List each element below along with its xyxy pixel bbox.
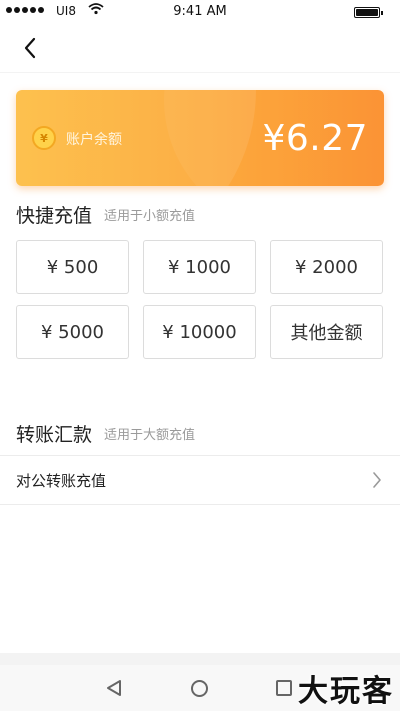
watermark-logo: 大玩客 (298, 674, 394, 709)
balance-amount: ¥6.27 (262, 118, 368, 159)
nav-bar (0, 26, 400, 70)
status-time: 9:41 AM (173, 4, 227, 19)
system-recent-apps-icon[interactable] (276, 680, 292, 696)
recharge-option-2000[interactable]: ¥ 2000 (270, 240, 383, 294)
chevron-right-icon (373, 472, 381, 488)
quick-recharge-title: 快捷充值 (16, 205, 93, 227)
system-home-icon[interactable] (191, 680, 208, 697)
recharge-option-other[interactable]: 其他金额 (270, 305, 383, 359)
recharge-option-500[interactable]: ¥ 500 (16, 240, 129, 294)
balance-card: ¥ 账户余额 ¥6.27 (16, 90, 384, 186)
bottom-spacer (0, 653, 400, 665)
transfer-subtitle: 适用于大额充值 (104, 428, 196, 443)
back-button[interactable] (16, 34, 44, 62)
balance-label: 账户余额 (66, 132, 122, 148)
quick-recharge-subtitle: 适用于小额充值 (104, 209, 196, 224)
transfer-title: 转账汇款 (16, 424, 93, 446)
system-back-icon[interactable] (106, 679, 122, 697)
corporate-transfer-row[interactable]: 对公转账充值 (0, 455, 400, 505)
chevron-left-icon (24, 37, 36, 59)
recharge-option-1000[interactable]: ¥ 1000 (143, 240, 256, 294)
recharge-option-5000[interactable]: ¥ 5000 (16, 305, 129, 359)
corporate-transfer-label: 对公转账充值 (16, 471, 107, 490)
status-bar: UI8 9:41 AM (0, 0, 400, 24)
coin-icon: ¥ (32, 126, 56, 150)
battery-icon (354, 7, 383, 18)
nav-divider (0, 72, 400, 73)
recharge-option-10000[interactable]: ¥ 10000 (143, 305, 256, 359)
